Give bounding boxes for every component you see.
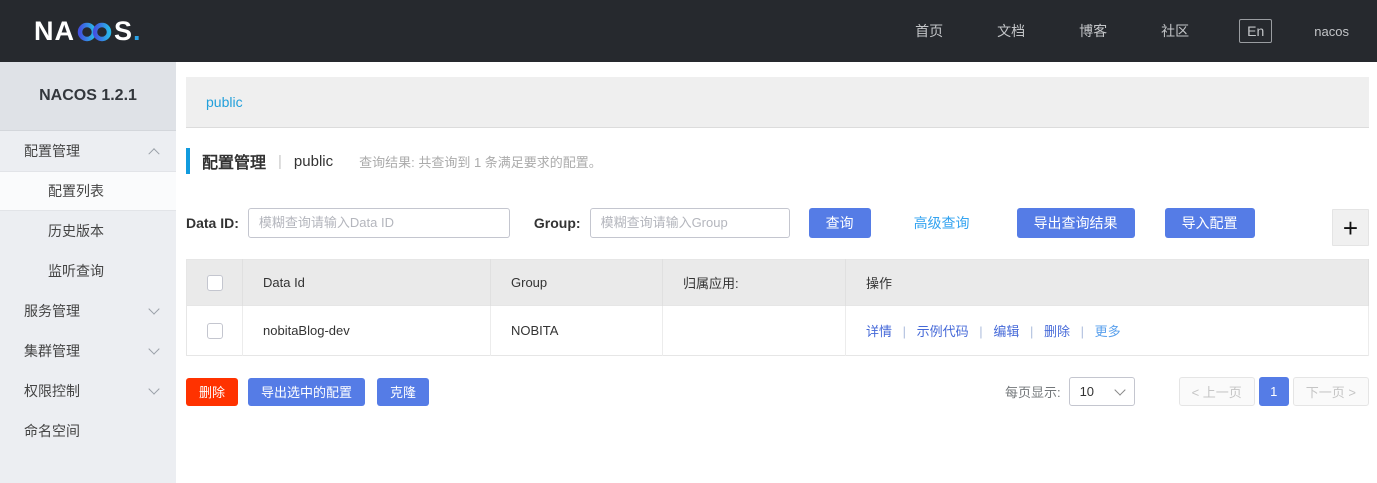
sidebar-item-label: 配置列表 (48, 181, 104, 201)
group-label: Group: (534, 215, 581, 231)
cell-operations: 详情 | 示例代码 | 编辑 | 删除 | 更多 (846, 306, 1369, 356)
page-title: 配置管理 (202, 149, 266, 173)
table-row: nobitaBlog-dev NOBITA 详情 | 示例代码 | 编辑 | 删… (187, 306, 1369, 356)
col-header-operations: 操作 (846, 260, 1369, 306)
nav-blog[interactable]: 博客 (1079, 21, 1107, 41)
query-result-text: 查询结果: 共查询到 1 条满足要求的配置。 (359, 152, 602, 171)
sidebar-item-history-versions[interactable]: 历史版本 (0, 211, 176, 251)
namespace-tab-public[interactable]: public (206, 94, 243, 110)
col-header-group: Group (491, 260, 663, 306)
add-config-button[interactable]: + (1332, 209, 1369, 246)
sidebar: NACOS 1.2.1 配置管理 配置列表 历史版本 监听查询 服务管理 集群管… (0, 62, 176, 483)
select-all-checkbox[interactable] (207, 275, 223, 291)
col-header-application: 归属应用: (663, 260, 846, 306)
sample-code-link[interactable]: 示例代码 (917, 324, 969, 339)
current-namespace: public (294, 153, 333, 170)
action-separator: | (903, 324, 906, 339)
sidebar-item-label: 权限控制 (24, 381, 80, 401)
table-footer: 删除 导出选中的配置 克隆 每页显示: 10 < 上一页 1 下一页 > (186, 377, 1369, 406)
logo-dot: . (133, 16, 142, 47)
col-header-dataid: Data Id (243, 260, 491, 306)
current-page-button[interactable]: 1 (1259, 377, 1289, 406)
pager: < 上一页 1 下一页 > (1175, 377, 1369, 406)
sidebar-item-label: 命名空间 (24, 421, 80, 441)
action-separator: | (979, 324, 982, 339)
sidebar-item-config-management[interactable]: 配置管理 (0, 131, 176, 171)
sidebar-item-label: 集群管理 (24, 341, 80, 361)
infinity-icon (77, 18, 113, 49)
chevron-up-icon (148, 148, 159, 159)
query-form: Data ID: Group: 查询 高级查询 导出查询结果 导入配置 + (186, 199, 1369, 246)
sidebar-item-namespace[interactable]: 命名空间 (0, 411, 176, 451)
nav-home[interactable]: 首页 (915, 21, 943, 41)
prev-page-button[interactable]: < 上一页 (1179, 377, 1255, 406)
chevron-down-icon (148, 383, 159, 394)
page-size-label: 每页显示: (1005, 382, 1061, 401)
delete-button[interactable]: 删除 (186, 378, 238, 406)
nav-community[interactable]: 社区 (1161, 21, 1189, 41)
delete-link[interactable]: 删除 (1044, 324, 1070, 339)
sidebar-item-cluster-management[interactable]: 集群管理 (0, 331, 176, 371)
search-button[interactable]: 查询 (809, 208, 871, 238)
sidebar-version-title: NACOS 1.2.1 (0, 62, 176, 131)
sidebar-item-config-list[interactable]: 配置列表 (0, 171, 176, 211)
main-content: public 配置管理 | public 查询结果: 共查询到 1 条满足要求的… (176, 62, 1377, 483)
advanced-query-link[interactable]: 高级查询 (914, 213, 970, 233)
cell-group: NOBITA (491, 306, 663, 356)
nacos-logo: NA S. (34, 14, 142, 49)
top-navbar: NA S. 首页 文档 博客 社区 En nacos (0, 0, 1377, 62)
pagination-area: 每页显示: 10 < 上一页 1 下一页 > (1005, 377, 1369, 406)
dataid-label: Data ID: (186, 215, 239, 231)
export-query-results-button[interactable]: 导出查询结果 (1017, 208, 1135, 238)
sidebar-item-service-management[interactable]: 服务管理 (0, 291, 176, 331)
accent-bar (186, 148, 190, 174)
chevron-down-icon (148, 303, 159, 314)
chevron-down-icon (1114, 384, 1125, 395)
sidebar-item-permission-control[interactable]: 权限控制 (0, 371, 176, 411)
chevron-down-icon (148, 343, 159, 354)
language-toggle-button[interactable]: En (1239, 19, 1272, 43)
sidebar-item-label: 监听查询 (48, 261, 104, 281)
logo-text-suffix: S (114, 16, 133, 47)
action-separator: | (1081, 324, 1084, 339)
details-link[interactable]: 详情 (866, 324, 892, 339)
page-size-value: 10 (1080, 384, 1094, 399)
sidebar-item-listener-query[interactable]: 监听查询 (0, 251, 176, 291)
clone-button[interactable]: 克隆 (377, 378, 429, 406)
sidebar-item-label: 服务管理 (24, 301, 80, 321)
import-config-button[interactable]: 导入配置 (1165, 208, 1255, 238)
sidebar-item-label: 历史版本 (48, 221, 104, 241)
row-checkbox[interactable] (207, 323, 223, 339)
more-link[interactable]: 更多 (1095, 324, 1121, 339)
user-menu[interactable]: nacos (1314, 24, 1349, 39)
cell-data-id: nobitaBlog-dev (243, 306, 491, 356)
top-nav-links: 首页 文档 博客 社区 En nacos (861, 19, 1349, 43)
config-table: Data Id Group 归属应用: 操作 nobitaBlog-dev NO… (186, 259, 1369, 356)
nav-docs[interactable]: 文档 (997, 21, 1025, 41)
dataid-input[interactable] (248, 208, 510, 238)
export-selected-button[interactable]: 导出选中的配置 (248, 378, 365, 406)
namespace-tab-bar: public (186, 77, 1369, 128)
sidebar-item-label: 配置管理 (24, 141, 80, 161)
action-separator: | (1030, 324, 1033, 339)
section-header: 配置管理 | public 查询结果: 共查询到 1 条满足要求的配置。 (186, 147, 1369, 175)
page-size-select[interactable]: 10 (1069, 377, 1135, 406)
cell-application (663, 306, 846, 356)
title-separator: | (278, 153, 282, 170)
table-header-row: Data Id Group 归属应用: 操作 (187, 260, 1369, 306)
logo-text-prefix: NA (34, 16, 75, 47)
edit-link[interactable]: 编辑 (993, 324, 1019, 339)
next-page-button[interactable]: 下一页 > (1293, 377, 1369, 406)
group-input[interactable] (590, 208, 790, 238)
